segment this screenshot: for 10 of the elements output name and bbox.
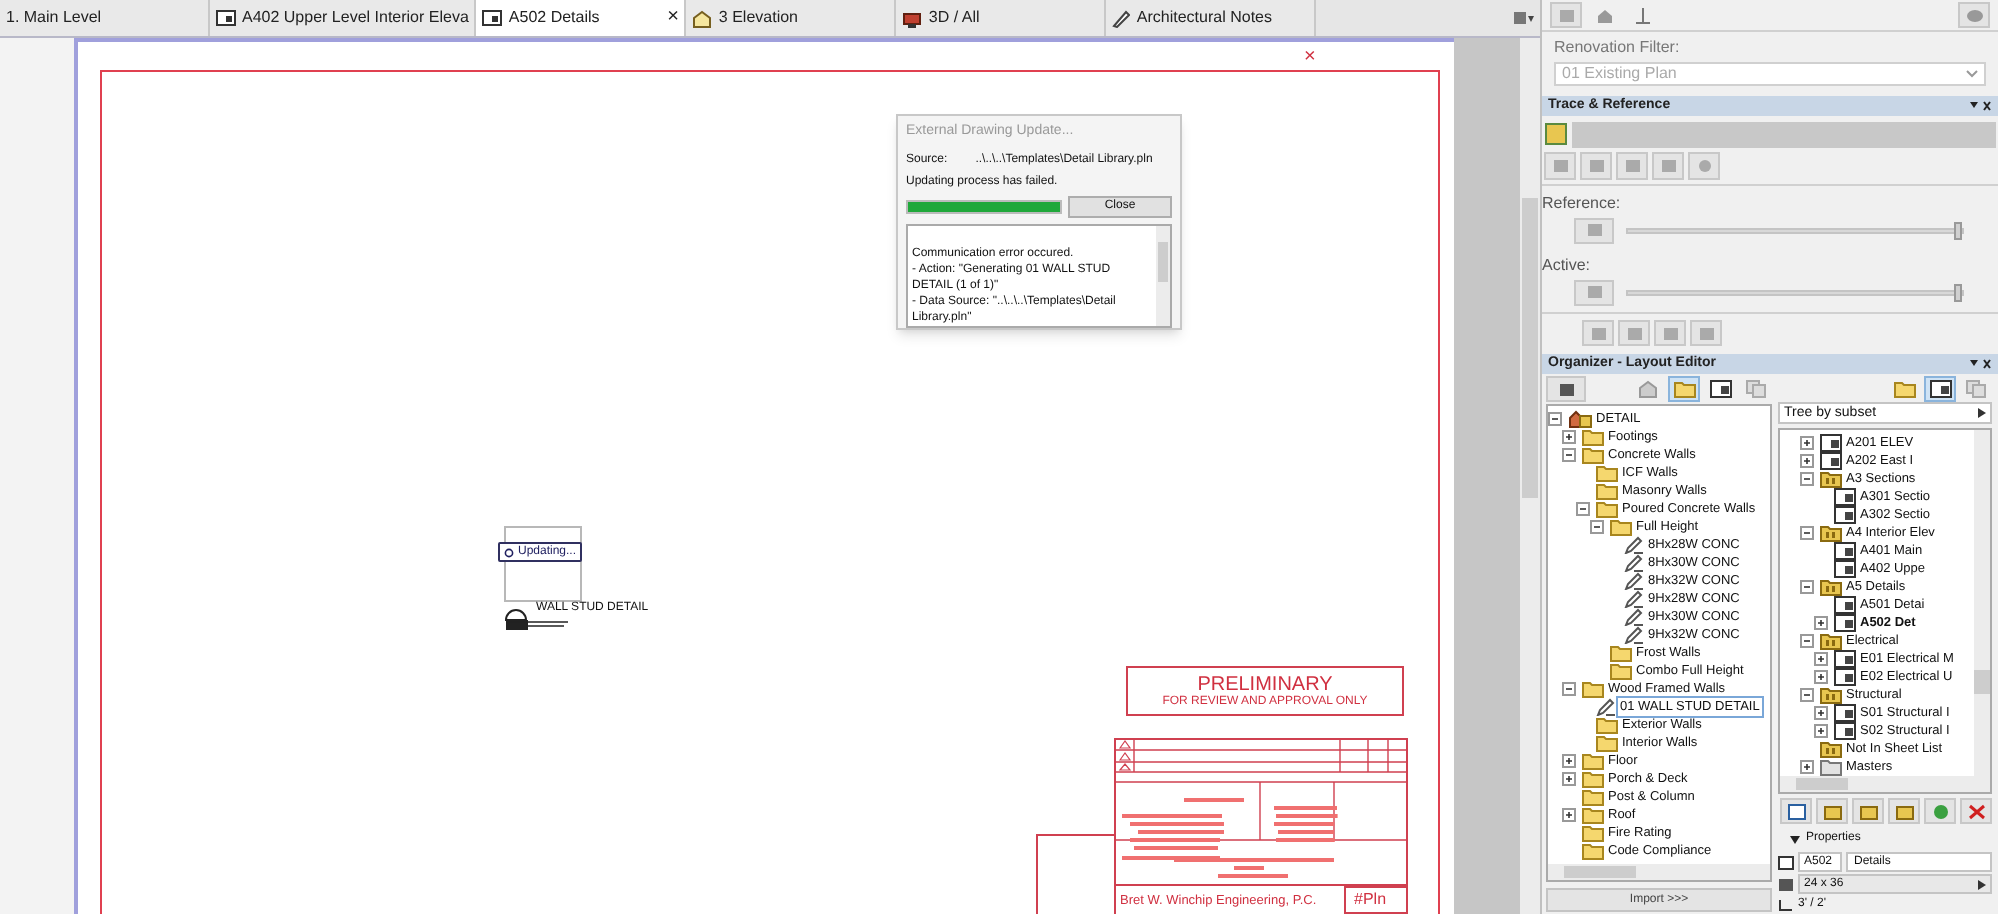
reference-label: Reference: (1542, 192, 1623, 216)
renovation-label: Renovation Filter: (1552, 36, 1682, 60)
close-mark[interactable]: × (1304, 48, 1316, 68)
view-tab[interactable]: Architectural Notes (1106, 0, 1317, 36)
sheet-number-cell: #Pln (1344, 886, 1408, 914)
active-label: Active: (1542, 254, 1593, 278)
view-tab[interactable]: A402 Upper Level Interior Eleva (210, 0, 477, 36)
close-tab-button[interactable]: × (667, 8, 679, 28)
stamp-title: PRELIMINARY (1197, 675, 1333, 695)
view-tab[interactable]: A502 Details × (476, 0, 687, 36)
